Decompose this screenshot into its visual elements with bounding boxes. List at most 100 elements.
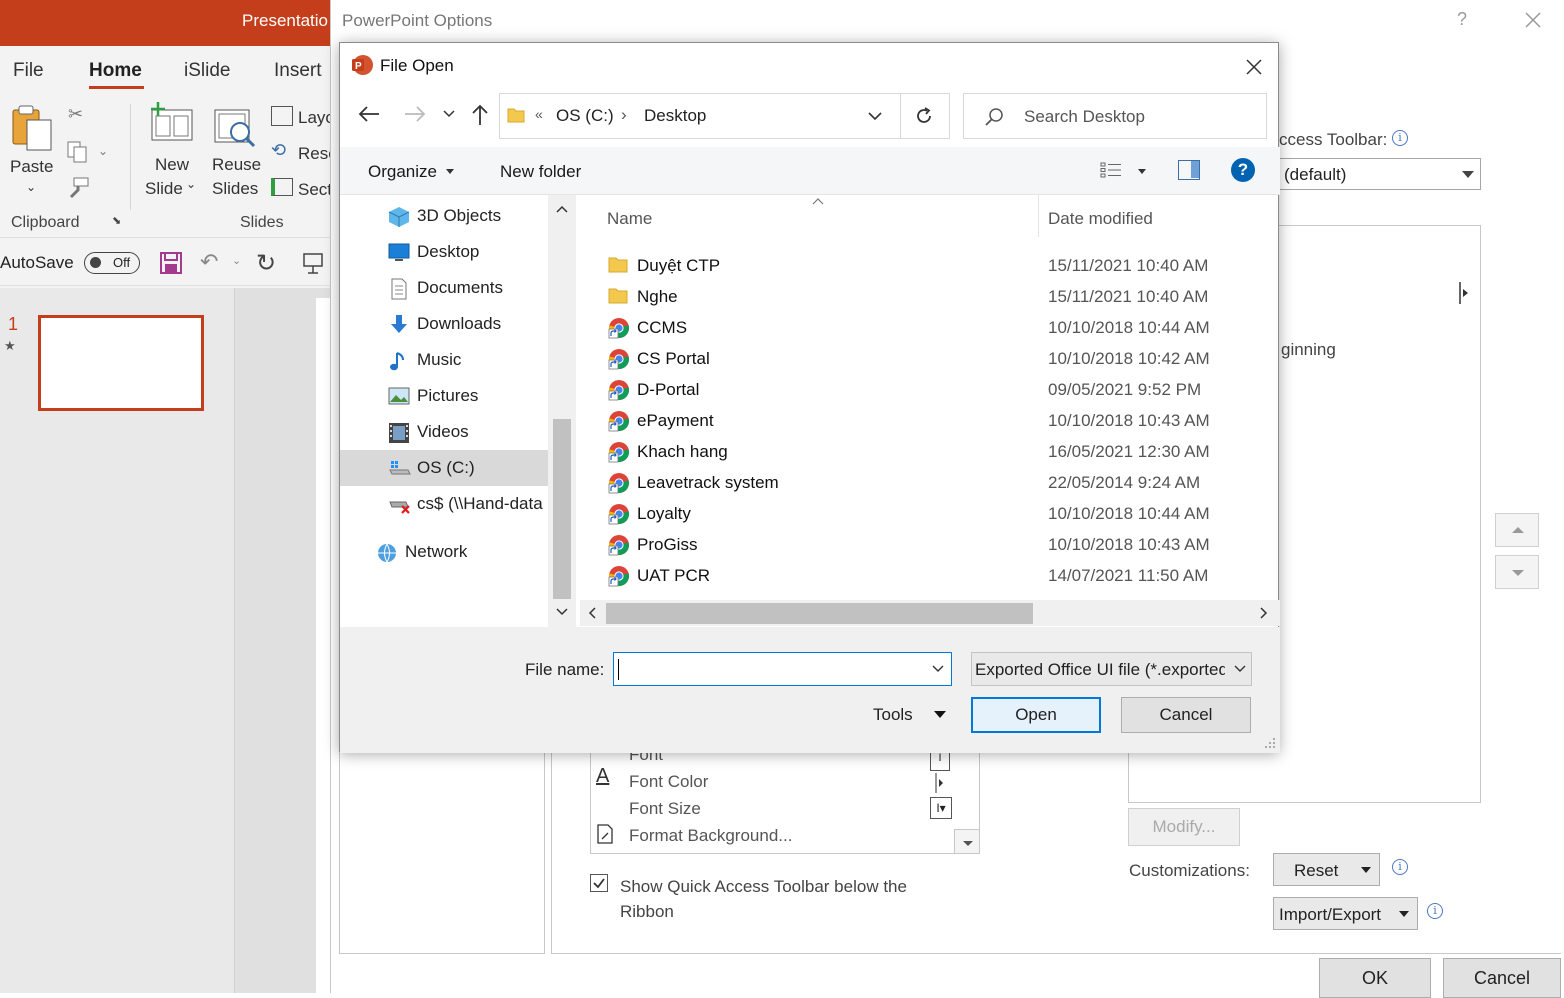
present-icon[interactable] xyxy=(302,252,324,274)
reuse-slides-icon[interactable] xyxy=(212,106,260,150)
help-icon[interactable]: ? xyxy=(1231,158,1255,182)
file-row[interactable]: Nghe 15/11/2021 10:40 AM xyxy=(580,281,1270,312)
move-up-button[interactable] xyxy=(1495,513,1539,547)
close-icon[interactable] xyxy=(1244,57,1264,77)
paste-icon[interactable] xyxy=(10,104,54,152)
layout-label[interactable]: Layo xyxy=(298,108,330,128)
paste-dropdown-icon[interactable]: ⌄ xyxy=(26,180,36,194)
search-input[interactable]: Search Desktop xyxy=(963,93,1267,139)
preview-pane-icon[interactable] xyxy=(1178,160,1200,180)
undo-icon[interactable]: ↶ xyxy=(200,249,218,275)
file-row[interactable]: Loyalty 10/10/2018 10:44 AM xyxy=(580,498,1270,529)
file-row[interactable]: UAT PCR 14/07/2021 11:50 AM xyxy=(580,560,1270,591)
nav-item-network-drive[interactable]: cs$ (\\Hand-data xyxy=(340,486,548,522)
tab-insert[interactable]: Insert xyxy=(274,60,322,82)
format-painter-icon[interactable] xyxy=(66,176,90,200)
chevron-down-icon[interactable] xyxy=(868,112,882,121)
file-row[interactable]: D-Portal 09/05/2021 9:52 PM xyxy=(580,374,1270,405)
new-slide-dropdown-icon[interactable]: ⌄ xyxy=(186,177,196,191)
tab-islide[interactable]: iSlide xyxy=(184,60,230,82)
customize-qat-select[interactable]: (default) xyxy=(1276,158,1481,190)
tab-home[interactable]: Home xyxy=(89,60,142,82)
info-icon[interactable]: i xyxy=(1427,903,1443,919)
autosave-toggle[interactable]: Off xyxy=(84,252,140,274)
paste-label[interactable]: Paste xyxy=(10,157,53,177)
nav-item-music[interactable]: Music xyxy=(340,342,548,378)
reset-label[interactable]: Rese xyxy=(298,144,330,164)
ok-button[interactable]: OK xyxy=(1319,958,1431,998)
options-close-icon[interactable] xyxy=(1523,10,1543,30)
file-row[interactable]: Leavetrack system 22/05/2014 9:24 AM xyxy=(580,467,1270,498)
file-row[interactable]: ProGiss 10/10/2018 10:43 AM xyxy=(580,529,1270,560)
open-button[interactable]: Open xyxy=(971,697,1101,733)
horizontal-scrollbar[interactable] xyxy=(580,600,1280,626)
resize-grip-icon[interactable] xyxy=(1264,737,1276,749)
reset-icon[interactable]: ⟲ xyxy=(271,140,286,161)
address-bar[interactable]: « OS (C:) › Desktop xyxy=(499,93,950,139)
list-item[interactable]: Format Background... xyxy=(629,826,792,846)
scroll-up-icon[interactable] xyxy=(556,205,568,213)
options-cancel-button[interactable]: Cancel xyxy=(1443,958,1561,998)
nav-item-desktop[interactable]: Desktop xyxy=(340,234,548,270)
nav-item-videos[interactable]: Videos xyxy=(340,414,548,450)
cancel-button[interactable]: Cancel xyxy=(1121,697,1251,733)
move-down-button[interactable] xyxy=(1495,555,1539,589)
section-icon[interactable] xyxy=(271,178,293,196)
column-header-name[interactable]: Name xyxy=(607,209,652,229)
slide-canvas[interactable] xyxy=(316,298,330,993)
up-arrow-icon[interactable] xyxy=(471,104,489,126)
section-label[interactable]: Sect xyxy=(298,180,330,200)
available-commands-list[interactable]: Font A Font Color Font Size Format Backg… xyxy=(590,740,980,854)
file-row[interactable]: Duyệt CTP 15/11/2021 10:40 AM xyxy=(580,250,1270,281)
file-row[interactable]: Khach hang 16/05/2021 12:30 AM xyxy=(580,436,1270,467)
tab-file[interactable]: File xyxy=(13,60,44,82)
scroll-down-icon[interactable] xyxy=(556,608,568,616)
list-item[interactable]: Font Color xyxy=(629,772,708,792)
scroll-left-icon[interactable] xyxy=(588,607,596,619)
new-slide-icon[interactable] xyxy=(148,102,196,144)
options-help-button[interactable]: ? xyxy=(1457,9,1467,30)
slide-thumbnail[interactable] xyxy=(38,315,204,411)
nav-item-pictures[interactable]: Pictures xyxy=(340,378,548,414)
reset-button[interactable]: Reset xyxy=(1273,853,1380,886)
chevron-down-icon[interactable] xyxy=(932,665,944,673)
tools-dropdown-icon[interactable] xyxy=(934,711,946,718)
save-icon[interactable] xyxy=(160,252,182,274)
view-dropdown-icon[interactable] xyxy=(1138,169,1146,174)
navigation-scrollbar[interactable] xyxy=(548,195,576,627)
import-export-button[interactable]: Import/Export xyxy=(1273,897,1418,930)
modify-button[interactable]: Modify... xyxy=(1128,808,1240,846)
file-row[interactable]: CCMS 10/10/2018 10:44 AM xyxy=(580,312,1270,343)
new-slide-label-1[interactable]: New xyxy=(155,155,189,175)
reuse-slides-label-2[interactable]: Slides xyxy=(212,179,258,199)
clipboard-launcher-icon[interactable]: ⬊ xyxy=(112,214,121,227)
recent-locations-chevron-icon[interactable] xyxy=(443,110,455,118)
scrollbar-thumb[interactable] xyxy=(553,419,571,599)
breadcrumb-overflow[interactable]: « xyxy=(535,106,543,122)
scrollbar-thumb[interactable] xyxy=(606,603,1033,624)
list-item[interactable]: Font Size xyxy=(629,799,701,819)
cut-icon[interactable]: ✂ xyxy=(68,104,83,125)
list-scroll-down-button[interactable] xyxy=(954,829,979,853)
breadcrumb-separator-icon[interactable]: › xyxy=(621,105,627,125)
column-header-date-modified[interactable]: Date modified xyxy=(1048,209,1153,229)
scroll-right-icon[interactable] xyxy=(1260,607,1268,619)
redo-icon[interactable]: ↻ xyxy=(256,249,276,278)
view-options-icon[interactable] xyxy=(1100,161,1122,179)
show-qat-below-ribbon-checkbox[interactable] xyxy=(590,874,608,892)
nav-item-downloads[interactable]: Downloads xyxy=(340,306,548,342)
reuse-slides-label-1[interactable]: Reuse xyxy=(212,155,261,175)
nav-item-documents[interactable]: Documents xyxy=(340,270,548,306)
breadcrumb-drive[interactable]: OS (C:) xyxy=(556,106,614,126)
tools-button[interactable]: Tools xyxy=(873,705,913,725)
forward-arrow-icon[interactable] xyxy=(404,105,426,123)
new-slide-label-2[interactable]: Slide xyxy=(145,179,183,199)
file-name-input[interactable] xyxy=(613,652,952,686)
undo-dropdown-icon[interactable]: ⌄ xyxy=(232,254,241,267)
breadcrumb-folder[interactable]: Desktop xyxy=(644,106,706,126)
file-type-select[interactable]: Exported Office UI file (*.exportedUI) xyxy=(971,652,1252,686)
file-row[interactable]: CS Portal 10/10/2018 10:42 AM xyxy=(580,343,1270,374)
nav-item-3d-objects[interactable]: 3D Objects xyxy=(340,198,548,234)
copy-icon[interactable] xyxy=(66,140,90,164)
nav-item-os-c[interactable]: OS (C:) xyxy=(340,450,548,486)
